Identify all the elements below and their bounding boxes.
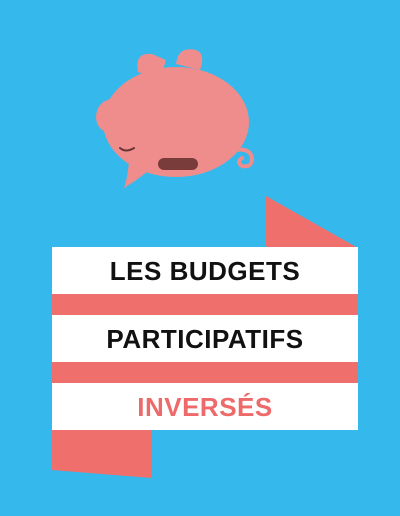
piggy-bank-icon [96, 49, 255, 188]
title-line-1-box: LES BUDGETS [52, 247, 358, 294]
title-line-1: LES BUDGETS [109, 255, 301, 286]
title-line-3: INVERSÉS [137, 391, 273, 422]
title-line-3-box: INVERSÉS [52, 383, 358, 430]
title-line-2-box: PARTICIPATIFS [52, 315, 358, 362]
title-line-2: PARTICIPATIFS [106, 323, 304, 354]
poster: LES BUDGETS PARTICIPATIFS INVERSÉS [0, 0, 400, 516]
